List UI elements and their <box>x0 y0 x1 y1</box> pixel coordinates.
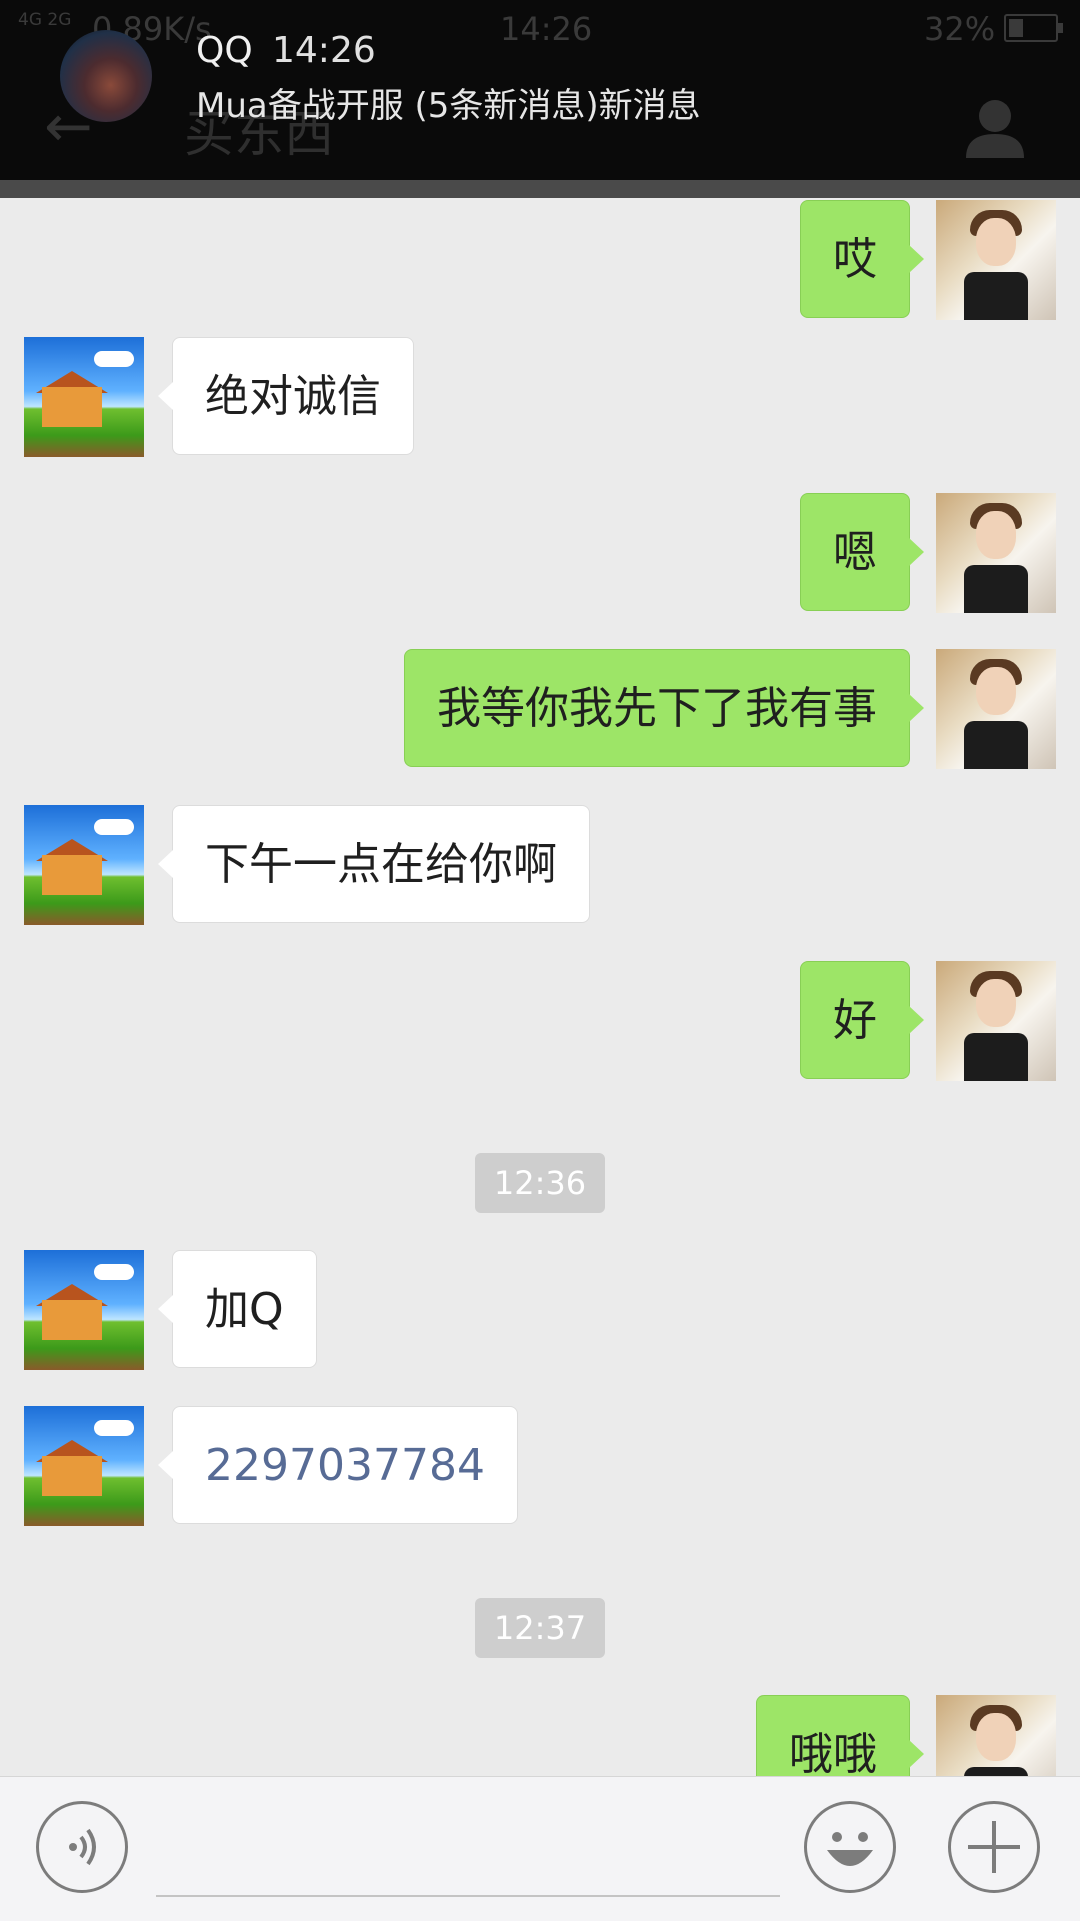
input-bar <box>0 1776 1080 1921</box>
contact-avatar[interactable] <box>24 337 144 457</box>
voice-icon[interactable] <box>36 1801 128 1893</box>
contact-avatar[interactable] <box>24 1250 144 1370</box>
my-avatar[interactable] <box>936 961 1056 1081</box>
message-timestamp: 12:37 <box>475 1598 605 1658</box>
notification-app-name: QQ <box>196 30 253 71</box>
message-timestamp: 12:36 <box>475 1153 605 1213</box>
contact-avatar[interactable] <box>24 1406 144 1526</box>
emoji-icon[interactable] <box>804 1801 896 1893</box>
header-shadow <box>0 180 1080 198</box>
my-message-bubble[interactable]: 哎 <box>800 200 924 318</box>
notification-avatar <box>60 30 152 122</box>
message-input[interactable] <box>156 1895 780 1897</box>
my-avatar[interactable] <box>936 1695 1056 1776</box>
notification-time: 14:26 <box>272 30 376 71</box>
contact-message-bubble[interactable]: 绝对诚信 <box>158 337 414 455</box>
my-avatar[interactable] <box>936 493 1056 613</box>
contact-avatar[interactable] <box>24 805 144 925</box>
chat-message-list[interactable]: 哎 绝对诚信 嗯 我等你我先下了我有事 下午一点在给你啊 好 12:36 加Q … <box>0 198 1080 1776</box>
my-message-bubble[interactable]: 嗯 <box>800 493 924 611</box>
my-avatar[interactable] <box>936 649 1056 769</box>
my-message-bubble[interactable]: 好 <box>800 961 924 1079</box>
notification-message: Mua备战开服 (5条新消息)新消息 <box>196 86 701 126</box>
my-message-bubble[interactable]: 哦哦 <box>756 1695 924 1776</box>
contact-number-link[interactable]: 2297037784 <box>158 1406 518 1524</box>
contact-message-bubble[interactable]: 加Q <box>158 1250 317 1368</box>
contact-message-bubble[interactable]: 下午一点在给你啊 <box>158 805 590 923</box>
plus-icon[interactable] <box>948 1801 1040 1893</box>
my-message-bubble[interactable]: 我等你我先下了我有事 <box>404 649 924 767</box>
my-avatar[interactable] <box>936 200 1056 320</box>
qq-notification[interactable]: QQ 14:26 Mua备战开服 (5条新消息)新消息 <box>0 0 1080 180</box>
